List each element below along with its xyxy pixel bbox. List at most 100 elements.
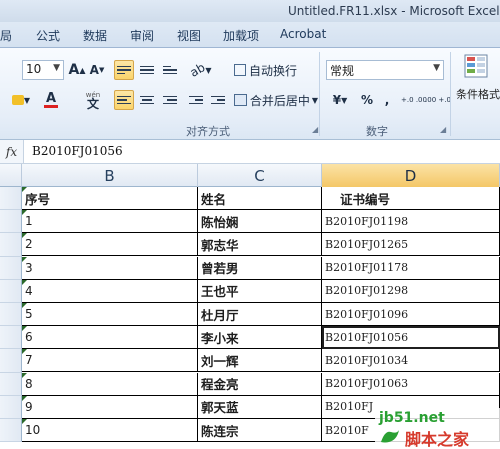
font-color-button[interactable]: A [38, 90, 64, 110]
fill-color-button[interactable]: ▼ [8, 90, 34, 110]
cell-name[interactable]: 王也平 [198, 279, 322, 303]
grow-font-button[interactable]: A ▲ [68, 60, 86, 80]
currency-button[interactable]: ¥ ▼ [326, 90, 354, 110]
align-bottom-button[interactable] [160, 60, 180, 80]
cell-cert[interactable]: B2010FJ01198 [322, 210, 500, 234]
cell-cert[interactable]: B2010FJ01178 [322, 256, 500, 280]
currency-icon: ¥ [332, 93, 342, 107]
row-header[interactable] [0, 326, 22, 350]
ribbon-tabs: 局 公式 数据 审阅 视图 加载项 Acrobat [0, 22, 500, 48]
select-all-corner[interactable] [0, 164, 22, 187]
row-header[interactable] [0, 233, 22, 257]
phonetic-button[interactable]: wén 文 [76, 90, 110, 110]
align-top-icon [117, 64, 131, 77]
wrap-text-icon [234, 64, 246, 76]
header-cell[interactable]: 姓名 [198, 187, 322, 210]
column-header-c[interactable]: C [198, 164, 322, 187]
column-header-d[interactable]: D [322, 164, 500, 187]
cell-cert[interactable]: B2010FJ01034 [322, 349, 500, 373]
site-watermark: jb51.net 脚本之家 [375, 408, 500, 449]
column-header-b[interactable]: B [22, 164, 198, 187]
font-size-value: 10 [26, 62, 42, 76]
row-header[interactable] [0, 349, 22, 373]
cell-serial[interactable]: 3 [22, 256, 198, 280]
cell-serial[interactable]: 7 [22, 349, 198, 373]
conditional-format-button[interactable]: 条件格式 [454, 52, 500, 104]
align-right-button[interactable] [160, 90, 180, 110]
cell-name[interactable]: 郭志华 [198, 233, 322, 257]
header-cell[interactable]: 证书编号 [322, 187, 500, 210]
tab-layout[interactable]: 局 [0, 27, 12, 44]
align-top-button[interactable] [114, 60, 134, 80]
wrap-text-button[interactable]: 自动换行 [234, 60, 304, 80]
align-center-button[interactable] [137, 90, 157, 110]
cell-name[interactable]: 陈连宗 [198, 419, 322, 442]
tab-formulas[interactable]: 公式 [36, 27, 60, 44]
group-divider [450, 52, 451, 136]
row-header[interactable] [0, 419, 22, 443]
alignment-launcher-icon[interactable]: ◢ [312, 125, 318, 134]
align-middle-icon [140, 64, 154, 77]
align-left-icon [117, 94, 131, 107]
header-cell[interactable]: 序号 [22, 187, 198, 210]
cell-serial[interactable]: 6 [22, 326, 198, 350]
cell-name[interactable]: 郭天蓝 [198, 395, 322, 419]
align-middle-button[interactable] [137, 60, 157, 80]
cell-cert[interactable]: B2010FJ01265 [322, 233, 500, 257]
shrink-font-button[interactable]: A ▼ [88, 60, 106, 80]
orientation-button[interactable]: ab ▼ [188, 60, 214, 80]
increase-indent-button[interactable] [208, 90, 228, 110]
align-right-icon [163, 94, 177, 107]
alignment-group-label: 对齐方式 [186, 125, 230, 138]
cell-name[interactable]: 程金亮 [198, 372, 322, 396]
tab-review[interactable]: 审阅 [130, 27, 154, 44]
row-header[interactable] [0, 372, 22, 396]
align-left-button[interactable] [114, 90, 134, 110]
row-header[interactable] [0, 395, 22, 419]
window-title: Untitled.FR11.xlsx - Microsoft Excel [288, 4, 500, 18]
indent-icon [211, 94, 225, 107]
tab-data[interactable]: 数据 [83, 27, 107, 44]
cell-serial[interactable]: 8 [22, 372, 198, 396]
cell-name[interactable]: 刘一辉 [198, 349, 322, 373]
cell-name[interactable]: 陈怡娴 [198, 210, 322, 234]
cell-name[interactable]: 曾若男 [198, 256, 322, 280]
watermark-brand: 脚本之家 [405, 430, 470, 449]
cell-name[interactable]: 杜月厅 [198, 303, 322, 326]
formula-bar: fx B2010FJ01056 [0, 140, 500, 164]
decrease-indent-button[interactable] [186, 90, 206, 110]
cell-cert[interactable]: B2010FJ01298 [322, 279, 500, 303]
percent-button[interactable]: % [358, 90, 376, 110]
number-launcher-icon[interactable]: ◢ [440, 125, 446, 134]
outdent-icon [189, 94, 203, 107]
tab-addins[interactable]: 加载项 [223, 27, 259, 44]
group-divider [319, 52, 320, 136]
cell-serial[interactable]: 5 [22, 303, 198, 326]
number-format-select[interactable]: 常规 ▼ [326, 60, 444, 80]
font-size-select[interactable]: 10 ▼ [22, 60, 64, 80]
row-header[interactable] [0, 187, 22, 211]
cell-serial[interactable]: 4 [22, 279, 198, 303]
increase-decimal-button[interactable]: +.0 .00 [401, 90, 427, 110]
formula-input[interactable]: B2010FJ01056 [32, 144, 123, 158]
row-header[interactable] [0, 279, 22, 303]
decrease-decimal-button[interactable]: .00 +.0 [425, 90, 451, 110]
cell-name[interactable]: 李小来 [198, 326, 322, 350]
cell-serial[interactable]: 9 [22, 395, 198, 419]
merge-center-button[interactable]: 合并后居中 ▼ [234, 90, 318, 110]
row-header[interactable] [0, 303, 22, 327]
cell-cert[interactable]: B2010FJ01096 [322, 303, 500, 326]
cell-serial[interactable]: 1 [22, 210, 198, 234]
cell-serial[interactable]: 2 [22, 233, 198, 257]
number-group-label: 数字 [366, 125, 388, 138]
row-header[interactable] [0, 256, 22, 280]
column-headers: B C D [0, 164, 500, 187]
cell-cert[interactable]: B2010FJ01056 [322, 326, 500, 350]
cell-cert[interactable]: B2010FJ01063 [322, 372, 500, 396]
row-header[interactable] [0, 210, 22, 234]
tab-acrobat[interactable]: Acrobat [280, 27, 326, 41]
tab-view[interactable]: 视图 [177, 27, 201, 44]
insert-function-button[interactable]: fx [0, 140, 24, 163]
comma-button[interactable]: , [380, 90, 394, 110]
cell-serial[interactable]: 10 [22, 419, 198, 442]
